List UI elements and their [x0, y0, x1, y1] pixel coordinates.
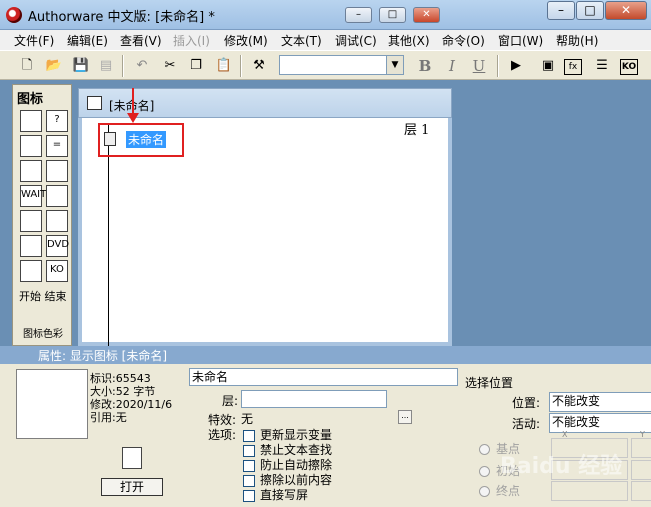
position-label: 位置:	[512, 396, 541, 410]
open-button[interactable]: 打开	[101, 478, 163, 496]
icon-name-field[interactable]: 未命名	[189, 368, 458, 386]
calculation-icon[interactable]: =	[46, 135, 68, 157]
map-icon[interactable]	[46, 160, 68, 182]
knowledge-object-icon[interactable]: KO	[46, 260, 68, 282]
menu-other[interactable]: 其他(X)	[388, 32, 430, 49]
effect-value: 无	[241, 412, 254, 426]
find-icon[interactable]: ⚒	[249, 56, 269, 76]
menu-modify[interactable]: 修改(M)	[224, 32, 268, 49]
option-direct-to-screen[interactable]: 直接写屏	[243, 486, 308, 503]
video-icon[interactable]: DVD	[46, 235, 69, 257]
minimize-button[interactable]: –	[547, 1, 575, 20]
pointer-arrow	[132, 88, 134, 116]
active-label: 活动:	[512, 417, 541, 431]
menu-window[interactable]: 窗口(W)	[498, 32, 543, 49]
layer-label: 层:	[222, 394, 239, 408]
knowledge-objects-icon[interactable]: KO	[620, 59, 638, 75]
menu-bar: 文件(F) 编辑(E) 查看(V) 插入(I) 修改(M) 文本(T) 调试(C…	[0, 30, 651, 50]
select-position-label: 选择位置	[465, 376, 514, 390]
menu-file[interactable]: 文件(F)	[14, 32, 54, 49]
toolbar: 🗋 📂 💾 ▤ ↶ ✂ ❐ 📋 ⚒ ▼ B I U ▶ ▣ fx ☰ KO	[0, 50, 651, 80]
italic-button[interactable]: I	[442, 56, 462, 76]
layer-indicator: 层 1	[404, 123, 430, 138]
watermark: Baidu 经验	[500, 454, 623, 479]
navigation-icon[interactable]	[46, 185, 68, 207]
wait-icon[interactable]: WAIT	[20, 185, 46, 207]
display-icon	[122, 447, 142, 469]
menu-commands[interactable]: 命令(O)	[442, 32, 485, 49]
info-ref: 引用:无	[90, 411, 127, 424]
decision-icon[interactable]	[20, 210, 42, 232]
menu-text[interactable]: 文本(T)	[281, 32, 322, 49]
layer-input[interactable]	[241, 390, 387, 408]
copy-icon[interactable]: ❐	[186, 56, 206, 76]
window-title: Authorware 中文版: [未命名] *	[28, 10, 215, 25]
icon-preview	[16, 369, 88, 439]
motion-icon[interactable]	[20, 135, 42, 157]
flow-line	[108, 124, 109, 346]
control-panel-icon[interactable]: ▣	[538, 56, 558, 76]
radio-end-point[interactable]: 终点	[479, 482, 520, 499]
icon-color-label: 图标色彩	[23, 329, 63, 340]
menu-insert[interactable]: 插入(I)	[173, 32, 210, 49]
initial-y-field	[631, 460, 651, 480]
flowchart-maximize-button[interactable]: □	[379, 7, 406, 23]
position-dropdown[interactable]: 不能改变	[549, 392, 651, 412]
open-folder-icon[interactable]: 📂	[44, 56, 64, 76]
base-y-field	[631, 438, 651, 458]
display-icon[interactable]	[20, 110, 42, 132]
chevron-down-icon[interactable]: ▼	[386, 56, 403, 74]
interaction-icon[interactable]: ?	[46, 110, 68, 132]
erase-icon[interactable]	[20, 160, 42, 182]
sound-icon[interactable]	[20, 235, 42, 257]
paste-icon[interactable]: 📋	[214, 56, 234, 76]
underline-button[interactable]: U	[469, 56, 489, 76]
digital-movie-icon[interactable]	[20, 260, 42, 282]
font-select[interactable]: ▼	[279, 55, 404, 75]
effect-field: 无	[241, 410, 393, 426]
close-button[interactable]: ✕	[605, 1, 647, 20]
start-end-flags[interactable]: 开始 结束	[19, 288, 67, 304]
authorware-app-icon[interactable]	[6, 7, 22, 23]
variables-icon[interactable]: ☰	[592, 56, 612, 76]
framework-icon[interactable]	[46, 210, 68, 232]
end-y-field	[631, 481, 651, 501]
new-file-icon[interactable]: 🗋	[17, 56, 37, 76]
flowchart-minimize-button[interactable]: –	[345, 7, 372, 23]
palette-title: 图标	[17, 92, 44, 107]
properties-header[interactable]: 属性: 显示图标 [未命名]	[0, 346, 651, 364]
flow-node-label[interactable]: 未命名	[126, 131, 167, 148]
bold-button[interactable]: B	[415, 56, 435, 76]
map-icon	[87, 96, 102, 110]
effect-browse-button[interactable]: ...	[398, 410, 412, 424]
menu-debug[interactable]: 调试(C)	[335, 32, 377, 49]
run-icon[interactable]: ▶	[506, 56, 526, 76]
undo-icon[interactable]: ↶	[132, 56, 152, 76]
end-x-field	[551, 481, 628, 501]
cut-icon[interactable]: ✂	[160, 56, 180, 76]
display-icon[interactable]	[104, 132, 116, 146]
save-all-icon[interactable]: 💾	[71, 56, 91, 76]
menu-edit[interactable]: 编辑(E)	[67, 32, 108, 49]
properties-title: 属性: 显示图标 [未命名]	[38, 349, 168, 363]
menu-help[interactable]: 帮助(H)	[556, 32, 598, 49]
icon-palette: 图标 ? = WAIT DVD KO 开始 结束 图标色彩	[12, 84, 72, 346]
import-icon[interactable]: ▤	[96, 56, 116, 76]
flowchart-close-button[interactable]: ✕	[413, 7, 440, 23]
functions-icon[interactable]: fx	[564, 59, 582, 75]
menu-view[interactable]: 查看(V)	[120, 32, 162, 49]
maximize-button[interactable]: □	[576, 1, 604, 20]
pointer-arrow-head	[127, 113, 139, 123]
options-label: 选项:	[208, 428, 237, 442]
